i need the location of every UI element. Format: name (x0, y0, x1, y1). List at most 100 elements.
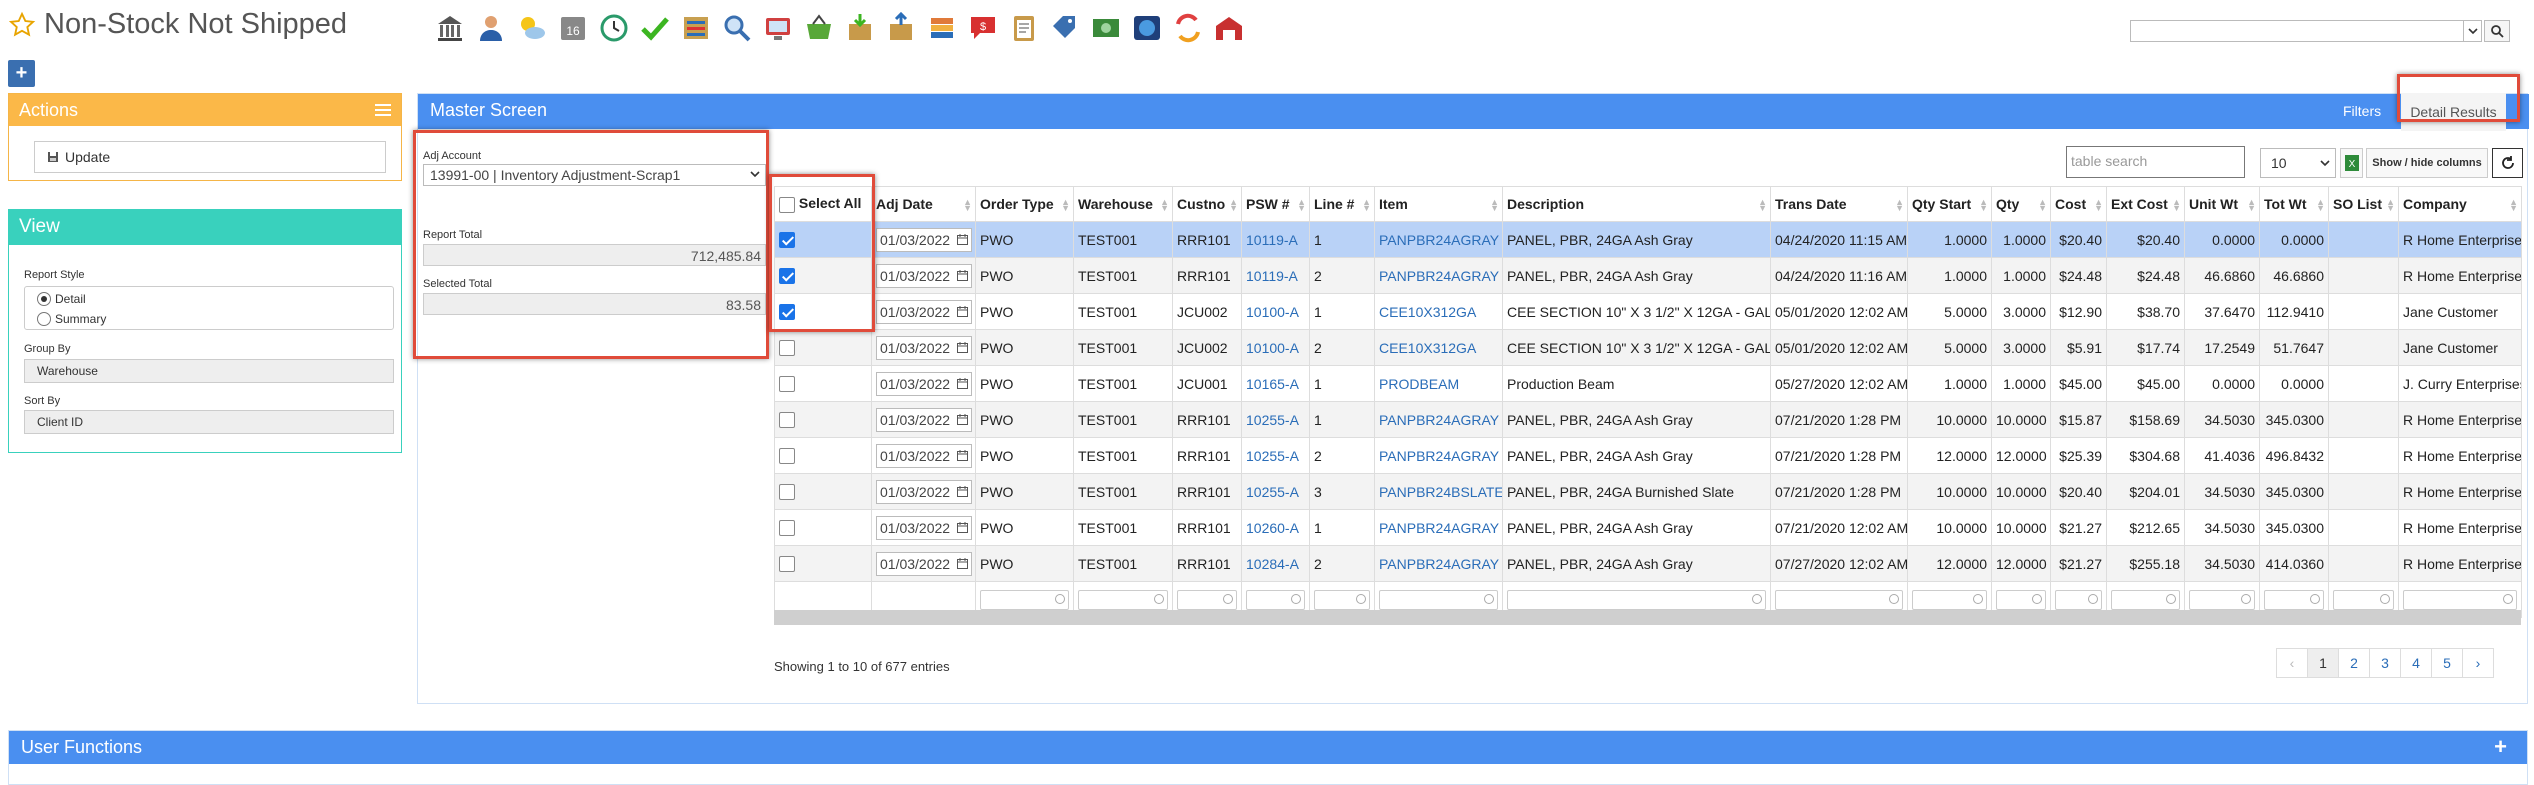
item-cell[interactable]: PANPBR24AGRAY (1374, 509, 1503, 546)
chevron-down-icon[interactable] (2463, 21, 2481, 41)
column-header[interactable]: Item ▲ ▼ (1374, 186, 1503, 222)
row-select-cell[interactable] (774, 329, 872, 366)
adj-date-cell[interactable]: 01/03/2022 (871, 257, 976, 294)
column-header[interactable]: Custno ▲ ▼ (1172, 186, 1242, 222)
detail-results-tab[interactable]: Detail Results (2401, 93, 2506, 131)
psw-cell[interactable]: 10255-A (1241, 437, 1310, 474)
adj-date-cell[interactable]: 01/03/2022 (871, 221, 976, 258)
monitor-icon[interactable] (760, 10, 795, 45)
adj-date-input[interactable]: 01/03/2022 (876, 335, 972, 360)
column-header[interactable]: Tot Wt ▲ ▼ (2259, 186, 2329, 222)
calendar-icon[interactable] (957, 340, 968, 356)
column-filter-input[interactable] (2111, 589, 2180, 610)
row-select-cell[interactable] (774, 365, 872, 402)
column-filter-input[interactable] (1177, 589, 1237, 610)
box-out-icon[interactable] (883, 10, 918, 45)
column-header[interactable]: Trans Date ▲ ▼ (1770, 186, 1908, 222)
weather-icon[interactable] (514, 10, 549, 45)
sort-icon[interactable]: ▲ ▼ (2038, 198, 2047, 213)
sort-icon[interactable]: ▲ ▼ (2316, 198, 2325, 213)
adj-date-input[interactable]: 01/03/2022 (876, 299, 972, 324)
row-select-cell[interactable] (774, 473, 872, 510)
checkmark-icon[interactable] (637, 10, 672, 45)
column-filter-input[interactable] (1379, 589, 1498, 610)
user-functions-header[interactable]: User Functions + (9, 731, 2527, 764)
expand-icon[interactable]: + (2494, 734, 2507, 760)
page-length-select[interactable]: 10 (2260, 148, 2336, 178)
item-cell[interactable]: CEE10X312GA (1374, 293, 1503, 330)
column-header[interactable]: Unit Wt ▲ ▼ (2184, 186, 2260, 222)
calendar-icon[interactable] (957, 448, 968, 464)
item-cell[interactable]: PANPBR24BSLATE (1374, 473, 1503, 510)
adj-date-cell[interactable]: 01/03/2022 (871, 545, 976, 582)
table-row[interactable]: 01/03/2022 PWO TEST001 RRR101 10119-A 2 PANPBR… (774, 257, 2522, 294)
table-row[interactable]: 01/03/2022 PWO TEST001 RRR101 10260-A 1 PANPBR… (774, 509, 2522, 546)
table-row[interactable]: 01/03/2022 PWO TEST001 JCU001 10165-A 1 PRODBE… (774, 365, 2522, 402)
column-header[interactable]: Cost ▲ ▼ (2050, 186, 2107, 222)
sort-icon[interactable]: ▲ ▼ (1160, 198, 1169, 213)
adj-date-cell[interactable]: 01/03/2022 (871, 365, 976, 402)
pager-prev[interactable]: ‹ (2276, 648, 2308, 678)
row-checkbox[interactable] (779, 556, 795, 573)
adj-date-cell[interactable]: 01/03/2022 (871, 293, 976, 330)
psw-cell[interactable]: 10119-A (1241, 257, 1310, 294)
row-checkbox[interactable] (779, 268, 795, 285)
filters-tab[interactable]: Filters (2343, 103, 2381, 119)
row-checkbox[interactable] (779, 448, 795, 465)
speech-bubble-icon[interactable]: $ (965, 10, 1000, 45)
adj-date-cell[interactable]: 01/03/2022 (871, 401, 976, 438)
calendar-icon[interactable] (957, 412, 968, 428)
column-header[interactable]: Adj Date ▲ ▼ (871, 186, 976, 222)
table-row[interactable]: 01/03/2022 PWO TEST001 RRR101 10255-A 3 PANPBR… (774, 473, 2522, 510)
calendar-icon[interactable] (957, 556, 968, 572)
sort-icon[interactable]: ▲ ▼ (2386, 198, 2395, 213)
column-filter-input[interactable] (1507, 589, 1766, 610)
menu-icon[interactable] (375, 104, 391, 116)
row-checkbox[interactable] (779, 412, 795, 429)
sort-icon[interactable]: ▲ ▼ (1758, 198, 1767, 213)
sort-icon[interactable]: ▲ ▼ (2094, 198, 2103, 213)
radio-detail[interactable] (37, 292, 51, 306)
pager-page[interactable]: 5 (2431, 648, 2463, 678)
user-icon[interactable] (473, 10, 508, 45)
column-header[interactable]: Order Type ▲ ▼ (975, 186, 1074, 222)
money-icon[interactable] (1088, 10, 1123, 45)
bank-icon[interactable] (432, 10, 467, 45)
column-filter-input[interactable] (2403, 589, 2517, 610)
table-row[interactable]: 01/03/2022 PWO TEST001 RRR101 10119-A 1 PANPBR… (774, 221, 2522, 258)
column-filter-input[interactable] (2264, 589, 2324, 610)
tag-icon[interactable] (1047, 10, 1082, 45)
adj-date-input[interactable]: 01/03/2022 (876, 371, 972, 396)
row-checkbox[interactable] (779, 232, 795, 249)
psw-cell[interactable]: 10260-A (1241, 509, 1310, 546)
calendar-icon[interactable]: 16 (555, 10, 590, 45)
pager-page[interactable]: 4 (2400, 648, 2432, 678)
row-checkbox[interactable] (779, 520, 795, 537)
adj-date-input[interactable]: 01/03/2022 (876, 479, 972, 504)
calendar-icon[interactable] (957, 304, 968, 320)
sort-icon[interactable]: ▲ ▼ (1229, 198, 1238, 213)
row-select-cell[interactable] (774, 221, 872, 258)
psw-cell[interactable]: 10119-A (1241, 221, 1310, 258)
clock-icon[interactable] (596, 10, 631, 45)
global-search-button[interactable] (2484, 20, 2510, 42)
item-cell[interactable]: PANPBR24AGRAY (1374, 545, 1503, 582)
pager-page[interactable]: 1 (2307, 648, 2339, 678)
global-search-input[interactable] (2130, 20, 2482, 42)
adj-date-cell[interactable]: 01/03/2022 (871, 329, 976, 366)
magnifier-icon[interactable] (719, 10, 754, 45)
adj-date-input[interactable]: 01/03/2022 (876, 551, 972, 576)
psw-cell[interactable]: 10100-A (1241, 293, 1310, 330)
column-header[interactable]: Qty Start ▲ ▼ (1907, 186, 1992, 222)
sort-icon[interactable]: ▲ ▼ (1979, 198, 1988, 213)
horizontal-scrollbar[interactable] (774, 610, 2521, 625)
sort-icon[interactable]: ▲ ▼ (2172, 198, 2181, 213)
sort-icon[interactable]: ▲ ▼ (2509, 198, 2518, 213)
column-header[interactable]: Qty ▲ ▼ (1991, 186, 2051, 222)
item-cell[interactable]: PANPBR24AGRAY (1374, 437, 1503, 474)
pager-page[interactable]: 3 (2369, 648, 2401, 678)
item-cell[interactable]: PANPBR24AGRAY (1374, 221, 1503, 258)
basket-icon[interactable] (801, 10, 836, 45)
add-button[interactable]: + (8, 60, 35, 87)
psw-cell[interactable]: 10165-A (1241, 365, 1310, 402)
